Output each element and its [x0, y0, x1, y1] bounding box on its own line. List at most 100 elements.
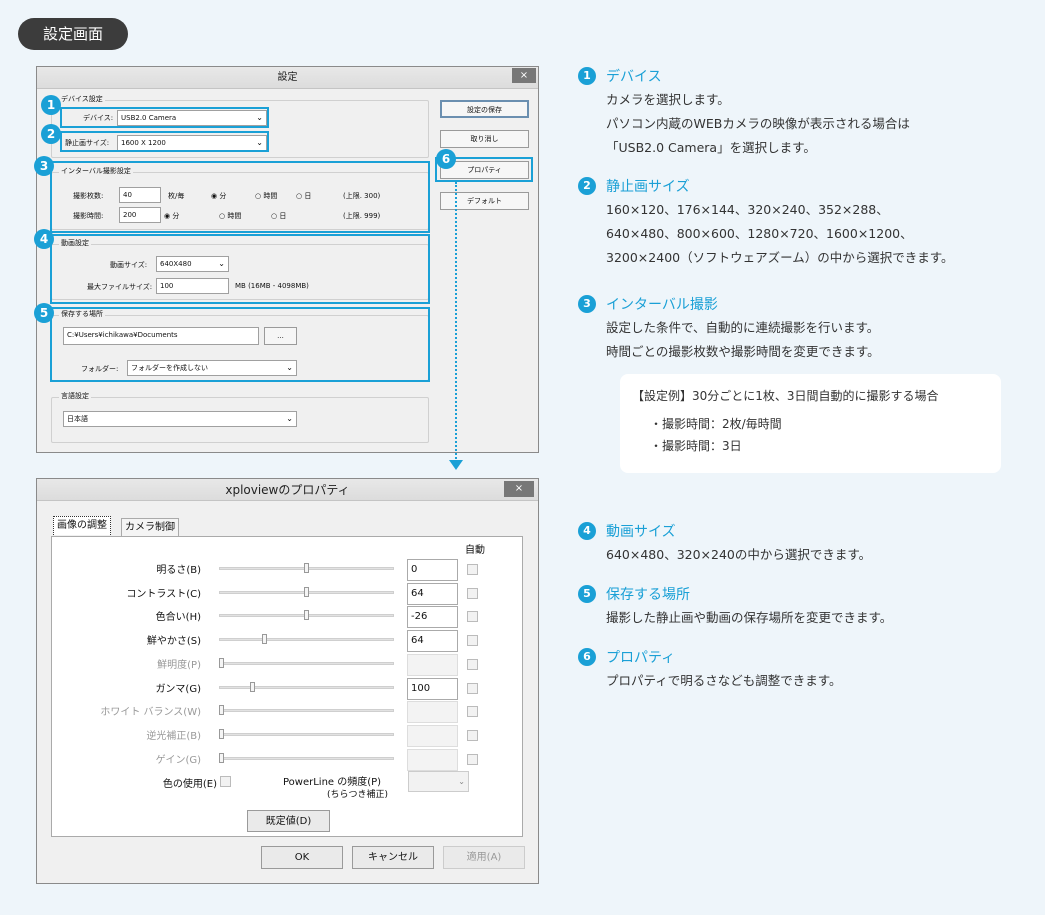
- callout-2: 2: [41, 124, 61, 144]
- tab-image-adjust[interactable]: 画像の調整: [53, 516, 111, 535]
- auto-header: 自動: [465, 545, 485, 556]
- callout-3: 3: [34, 156, 54, 176]
- property-label: 鮮明度(P): [157, 660, 201, 671]
- properties-dialog: xploviewのプロパティ × 画像の調整 カメラ制御 自動 明るさ(B) 0 コ…: [36, 478, 539, 884]
- property-value-input[interactable]: 64: [407, 630, 458, 652]
- language-select[interactable]: 日本語 ⌄: [63, 411, 297, 427]
- callout-6: 6: [436, 149, 456, 169]
- explanation-number: 4: [578, 522, 596, 540]
- callout-1: 1: [41, 95, 61, 115]
- property-slider-thumb[interactable]: [304, 610, 309, 620]
- property-slider-track[interactable]: [219, 733, 394, 736]
- explanation-line: カメラを選択します。: [606, 92, 730, 107]
- default-values-button[interactable]: 既定値(D): [247, 810, 330, 832]
- explanation-heading: デバイス: [606, 69, 662, 85]
- property-value-input[interactable]: [407, 654, 458, 676]
- property-value-input[interactable]: 64: [407, 583, 458, 605]
- arrow-down-icon: [449, 460, 463, 470]
- powerline-label: PowerLine の頻度(P): [283, 777, 382, 788]
- properties-dialog-title: xploviewのプロパティ: [37, 479, 538, 501]
- property-slider-track[interactable]: [219, 709, 394, 712]
- property-auto-checkbox[interactable]: [467, 706, 478, 717]
- properties-cancel-button[interactable]: キャンセル: [352, 846, 434, 869]
- property-auto-checkbox[interactable]: [467, 611, 478, 622]
- property-value-input[interactable]: [407, 725, 458, 747]
- example-item-1: ・撮影時間：2枚/毎時間: [650, 417, 782, 431]
- explanation-number: 3: [578, 295, 596, 313]
- property-auto-checkbox[interactable]: [467, 588, 478, 599]
- property-value-input[interactable]: [407, 749, 458, 771]
- callout-4: 4: [34, 229, 54, 249]
- apply-button[interactable]: 適用(A): [443, 846, 525, 869]
- explanation-heading: 静止画サイズ: [606, 179, 690, 195]
- property-slider-thumb[interactable]: [304, 587, 309, 597]
- property-slider-thumb[interactable]: [262, 634, 267, 644]
- property-label: 色合い(H): [155, 612, 201, 623]
- language-group-label: 言語設定: [59, 391, 91, 401]
- explanation-number: 5: [578, 585, 596, 603]
- explanation-line: パソコン内蔵のWEBカメラの映像が表示される場合は: [606, 116, 910, 131]
- property-auto-checkbox[interactable]: [467, 659, 478, 670]
- example-box: 【設定例】30分ごとに1枚、3日間自動的に撮影する場合 ・撮影時間：2枚/毎時間…: [620, 374, 1001, 473]
- highlight-interval: [50, 161, 430, 233]
- save-settings-button[interactable]: 設定の保存: [440, 100, 529, 118]
- color-use-checkbox[interactable]: [220, 776, 231, 787]
- property-auto-checkbox[interactable]: [467, 754, 478, 765]
- cancel-button[interactable]: 取り消し: [440, 130, 529, 148]
- property-value-input[interactable]: 0: [407, 559, 458, 581]
- property-auto-checkbox[interactable]: [467, 683, 478, 694]
- property-value-input[interactable]: -26: [407, 606, 458, 628]
- explanation-line: 640×480、800×600、1280×720、1600×1200、: [606, 226, 913, 241]
- example-item-2: ・撮影時間：3日: [650, 439, 742, 453]
- page-title-badge: 設定画面: [18, 18, 128, 50]
- device-group-label: デバイス設定: [59, 94, 105, 104]
- property-slider-track[interactable]: [219, 686, 394, 689]
- property-label: 明るさ(B): [156, 565, 201, 576]
- explanation-line: 時間ごとの撮影枚数や撮影時間を変更できます。: [606, 344, 880, 359]
- example-title: 【設定例】30分ごとに1枚、3日間自動的に撮影する場合: [632, 389, 939, 403]
- property-label: 鮮やかさ(S): [146, 636, 201, 647]
- connector-line: [455, 182, 457, 462]
- property-label: ホワイト バランス(W): [100, 707, 201, 718]
- property-auto-checkbox[interactable]: [467, 635, 478, 646]
- highlight-video: [50, 234, 430, 304]
- property-auto-checkbox[interactable]: [467, 730, 478, 741]
- powerline-sublabel: (ちらつき補正): [327, 790, 389, 800]
- default-button[interactable]: デフォルト: [440, 192, 529, 210]
- property-slider-thumb[interactable]: [219, 705, 224, 715]
- settings-dialog-title: 設定: [37, 67, 538, 89]
- property-slider-track[interactable]: [219, 662, 394, 665]
- explanation-number: 6: [578, 648, 596, 666]
- explanation-heading: 動画サイズ: [606, 524, 676, 540]
- explanation-line: 160×120、176×144、320×240、352×288、: [606, 202, 889, 217]
- explanation-line: 3200×2400（ソフトウェアズーム）の中から選択できます。: [606, 250, 954, 265]
- property-slider-track[interactable]: [219, 638, 394, 641]
- property-label: 逆光補正(B): [146, 731, 201, 742]
- callout-5: 5: [34, 303, 54, 323]
- chevron-down-icon: ⌄: [458, 777, 465, 786]
- explanation-heading: プロパティ: [606, 650, 676, 666]
- property-value-input[interactable]: 100: [407, 678, 458, 700]
- explanation-line: 撮影した静止画や動画の保存場所を変更できます。: [606, 610, 893, 625]
- property-slider-thumb[interactable]: [219, 729, 224, 739]
- tab-camera-control[interactable]: カメラ制御: [121, 518, 179, 537]
- language-select-value: 日本語: [67, 415, 88, 423]
- property-slider-thumb[interactable]: [219, 753, 224, 763]
- property-slider-thumb[interactable]: [250, 682, 255, 692]
- chevron-down-icon: ⌄: [286, 414, 293, 423]
- property-slider-thumb[interactable]: [304, 563, 309, 573]
- property-slider-track[interactable]: [219, 757, 394, 760]
- explanation-line: 640×480、320×240の中から選択できます。: [606, 547, 872, 562]
- settings-close-button[interactable]: ×: [512, 68, 536, 83]
- properties-close-button[interactable]: ×: [504, 481, 534, 497]
- highlight-save-location: [50, 307, 430, 382]
- ok-button[interactable]: OK: [261, 846, 343, 869]
- explanation-heading: 保存する場所: [606, 587, 690, 603]
- highlight-still-size: [60, 131, 269, 152]
- property-auto-checkbox[interactable]: [467, 564, 478, 575]
- property-value-input[interactable]: [407, 701, 458, 723]
- color-use-label: 色の使用(E): [162, 779, 217, 790]
- powerline-select[interactable]: ⌄: [408, 771, 469, 792]
- explanation-line: 「USB2.0 Camera」を選択します。: [606, 140, 816, 155]
- property-slider-thumb[interactable]: [219, 658, 224, 668]
